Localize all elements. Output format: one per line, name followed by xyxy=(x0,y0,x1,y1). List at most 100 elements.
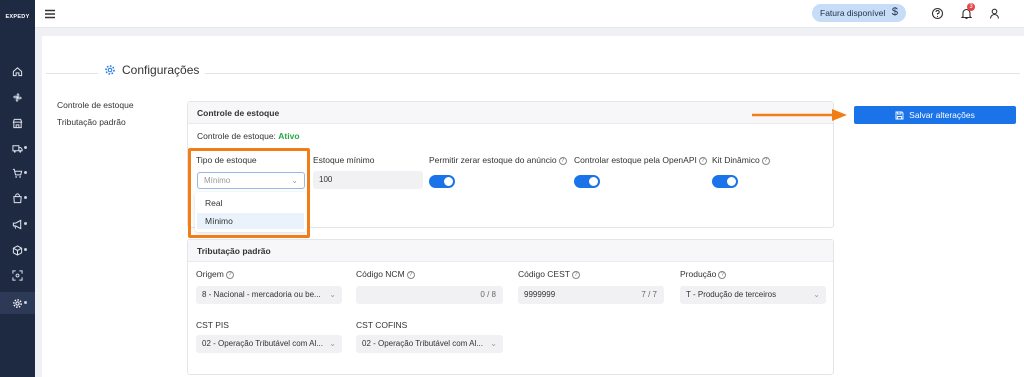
pis-select[interactable]: 02 - Operação Tributável com Al... ⌄ xyxy=(196,335,342,353)
sidebar-item-marketing[interactable] xyxy=(0,213,35,235)
cest-input[interactable]: 9999999 7 / 7 xyxy=(518,286,664,304)
origem-select[interactable]: 8 - Nacional - mercadoria ou be... ⌄ xyxy=(196,286,342,304)
app-logo: EXPEDY xyxy=(5,14,30,20)
sidebar-item-store[interactable] xyxy=(0,112,35,134)
help-icon[interactable]: ? xyxy=(761,157,770,165)
expand-dot-icon xyxy=(24,248,27,251)
stock-status-value: Ativo xyxy=(278,131,300,141)
scan-icon xyxy=(12,269,23,281)
floppy-disk-icon xyxy=(895,111,904,119)
ncm-char-count: 0 / 8 xyxy=(480,290,496,299)
cest-label: Código CEST? xyxy=(518,269,580,279)
min-stock-input[interactable]: 100 xyxy=(313,171,423,189)
bag-icon xyxy=(13,192,22,203)
sidebar-item-settings[interactable] xyxy=(0,292,35,314)
sidebar-item-orders[interactable] xyxy=(0,187,35,209)
stock-status-label: Controle de estoque: xyxy=(197,131,276,141)
home-icon xyxy=(12,66,23,76)
gear-icon xyxy=(105,65,115,75)
producao-label: Produção? xyxy=(680,269,727,279)
megaphone-icon xyxy=(12,219,22,229)
expand-dot-icon xyxy=(24,171,27,174)
help-icon[interactable]: ? xyxy=(698,157,707,165)
zero-stock-toggle[interactable] xyxy=(429,175,455,188)
help-icon[interactable]: ? xyxy=(406,271,415,279)
expand-dot-icon xyxy=(24,196,27,199)
origem-label-text: Origem xyxy=(196,269,224,279)
save-button-label: Salvar alterações xyxy=(909,110,975,120)
page-title-text: Configurações xyxy=(122,63,200,77)
user-icon[interactable] xyxy=(988,7,1001,20)
toggle-label-zero-stock: Permitir zerar estoque do anúncio? xyxy=(429,155,567,165)
title-divider xyxy=(205,73,1020,74)
chevron-down-icon: ⌄ xyxy=(490,339,497,348)
producao-value: T - Produção de terceiros xyxy=(686,290,777,299)
page-title: Configurações xyxy=(104,63,199,77)
cofins-value: 02 - Operação Tributável com Al... xyxy=(362,339,483,348)
producao-label-text: Produção xyxy=(680,269,717,279)
cofins-select[interactable]: 02 - Operação Tributável com Al... ⌄ xyxy=(356,335,503,353)
help-icon[interactable]: ? xyxy=(718,271,727,279)
openapi-stock-toggle[interactable] xyxy=(574,175,600,188)
toggle-label-text: Permitir zerar estoque do anúncio xyxy=(429,155,557,165)
help-icon[interactable]: ? xyxy=(558,157,567,165)
sidebar-item-scan[interactable] xyxy=(0,264,35,286)
cart-icon xyxy=(12,168,23,178)
origem-label: Origem? xyxy=(196,269,234,279)
save-changes-button[interactable]: Salvar alterações xyxy=(854,106,1016,124)
min-stock-label: Estoque mínimo xyxy=(313,155,375,165)
toggle-label-kit: Kit Dinâmico? xyxy=(712,155,770,165)
pis-value: 02 - Operação Tributável com Al... xyxy=(202,339,323,348)
store-icon xyxy=(12,118,23,128)
hamburger-menu-icon[interactable] xyxy=(43,7,57,21)
box-icon xyxy=(12,244,23,256)
expand-dot-icon xyxy=(24,301,27,304)
cest-char-count: 7 / 7 xyxy=(641,290,657,299)
subnav-item-stock[interactable]: Controle de estoque xyxy=(57,100,134,110)
invoice-available-button[interactable]: Fatura disponível $ xyxy=(812,4,906,22)
arrow-right-icon xyxy=(752,109,847,121)
top-bar: Fatura disponível $ 3 xyxy=(35,0,1024,28)
expand-dot-icon xyxy=(24,146,27,149)
ncm-label: Código NCM? xyxy=(356,269,415,279)
subnav-item-tax[interactable]: Tributação padrão xyxy=(57,117,126,127)
dollar-icon: $ xyxy=(891,6,898,18)
sidebar-item-integrations[interactable] xyxy=(0,86,35,108)
notification-badge: 3 xyxy=(967,3,975,11)
stock-card-title: Controle de estoque xyxy=(188,102,833,124)
sidebar: EXPEDY xyxy=(0,0,35,377)
min-stock-value: 100 xyxy=(319,175,333,184)
help-icon[interactable] xyxy=(931,7,944,20)
truck-icon xyxy=(12,144,23,153)
cest-label-text: Código CEST xyxy=(518,269,570,279)
gear-icon xyxy=(13,298,22,308)
invoice-label: Fatura disponível xyxy=(820,8,886,18)
tax-card: Tributação padrão xyxy=(187,239,834,375)
help-icon[interactable]: ? xyxy=(571,271,580,279)
ncm-input[interactable]: 0 / 8 xyxy=(356,286,503,304)
toggle-label-text: Kit Dinâmico xyxy=(712,155,760,165)
chevron-down-icon: ⌄ xyxy=(813,290,820,299)
highlight-frame xyxy=(188,148,310,238)
chevron-down-icon: ⌄ xyxy=(329,290,336,299)
toggle-label-text: Controlar estoque pela OpenAPI xyxy=(574,155,697,165)
sidebar-item-shipping[interactable] xyxy=(0,137,35,159)
sidebar-item-home[interactable] xyxy=(0,60,35,82)
title-divider xyxy=(46,73,98,74)
sidebar-item-products[interactable] xyxy=(0,239,35,261)
help-icon[interactable]: ? xyxy=(225,271,234,279)
pis-label: CST PIS xyxy=(196,320,229,330)
kit-dynamic-toggle[interactable] xyxy=(712,175,738,188)
toggle-label-openapi: Controlar estoque pela OpenAPI? xyxy=(574,155,707,165)
cest-value: 9999999 xyxy=(524,290,556,299)
origem-value: 8 - Nacional - mercadoria ou be... xyxy=(202,290,321,299)
producao-select[interactable]: T - Produção de terceiros ⌄ xyxy=(680,286,826,304)
ncm-label-text: Código NCM xyxy=(356,269,405,279)
cofins-label: CST COFINS xyxy=(356,320,408,330)
tax-card-title: Tributação padrão xyxy=(188,240,833,262)
sidebar-item-cart[interactable] xyxy=(0,162,35,184)
stock-status: Controle de estoque: Ativo xyxy=(197,131,300,141)
chevron-down-icon: ⌄ xyxy=(329,339,336,348)
expand-dot-icon xyxy=(24,222,27,225)
fan-icon xyxy=(13,92,22,102)
